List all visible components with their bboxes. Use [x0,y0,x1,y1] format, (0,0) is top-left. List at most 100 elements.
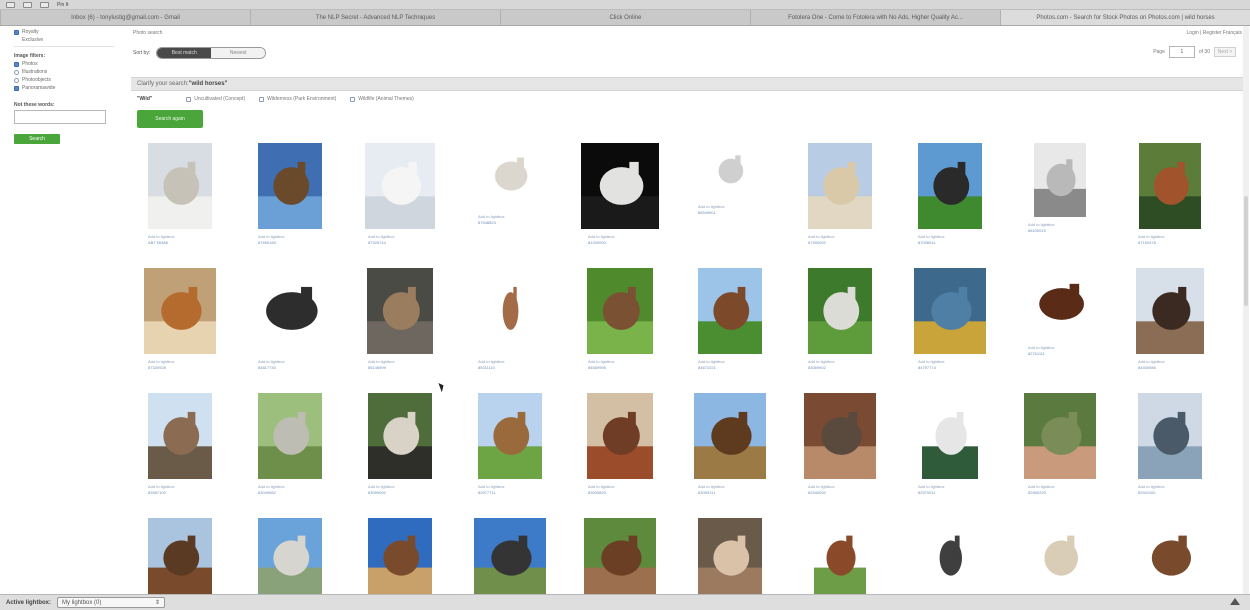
add-to-lightbox-link[interactable]: Add to lightbox [148,359,174,364]
photo-item[interactable]: Add to lightbox 87326744 [340,140,450,265]
photo-item[interactable]: Add to lightbox 83069902 [780,265,890,390]
add-to-lightbox-link[interactable]: Add to lightbox [918,359,944,364]
horse-thumbnail[interactable] [1030,518,1090,598]
horse-thumbnail[interactable] [367,268,433,354]
horse-thumbnail[interactable] [144,268,216,354]
photo-item[interactable]: Add to lightbox 82977711 [450,390,560,515]
add-to-lightbox-link[interactable]: Add to lightbox [698,204,724,209]
add-to-lightbox-link[interactable]: Add to lightbox [698,484,724,489]
add-to-lightbox-link[interactable]: Add to lightbox [588,359,614,364]
not-these-words-input[interactable] [14,110,106,124]
tab-gmail[interactable]: Inbox (6) - tonylustig@gmail.com - Gmail [0,10,250,25]
horse-thumbnail[interactable] [808,143,872,229]
photo-id-link[interactable]: 84797774 [918,365,936,370]
horse-thumbnail[interactable] [708,143,752,199]
search-again-button[interactable]: Search again [137,110,203,128]
expand-up-icon[interactable] [1230,598,1240,605]
photo-id-link[interactable]: 87548823 [478,220,496,225]
photo-id-link[interactable]: 85146999 [368,365,386,370]
sort-newest-button[interactable]: Newest [211,48,266,58]
horse-thumbnail[interactable] [1034,143,1086,217]
horse-thumbnail[interactable] [581,143,659,229]
vertical-scrollbar[interactable] [1243,26,1249,594]
sidebar-search-button[interactable]: Search [14,134,60,144]
horse-thumbnail[interactable] [587,268,653,354]
scrollbar-thumb[interactable] [1244,196,1248,306]
photo-id-link[interactable]: 81200000 [588,240,606,245]
bookmarks-button[interactable] [40,1,49,8]
add-to-lightbox-link[interactable]: Add to lightbox [478,214,504,219]
photo-id-link[interactable]: 87150478 [1138,240,1156,245]
horse-thumbnail[interactable] [587,393,653,479]
add-to-lightbox-link[interactable]: Add to lightbox [258,484,284,489]
add-to-lightbox-link[interactable]: Add to lightbox [918,484,944,489]
photo-id-link[interactable]: 84671021 [698,365,716,370]
horse-thumbnail[interactable] [804,393,876,479]
tab-photos-com[interactable]: Photos.com - Search for Stock Photos on … [1000,10,1250,25]
horse-thumbnail[interactable] [1024,393,1096,479]
meaning-wildlife[interactable]: Wildlife (Animal Themes) [350,96,414,102]
horse-thumbnail[interactable] [258,393,322,479]
photo-item[interactable]: Add to lightbox 83099000 [340,390,450,515]
sidebar-toggle-button[interactable] [23,1,32,8]
add-to-lightbox-link[interactable]: Add to lightbox [368,359,394,364]
photo-id-link[interactable]: 82761111 [1028,351,1045,356]
uncultivated-checkbox[interactable] [186,96,192,102]
horse-thumbnail[interactable] [244,268,336,354]
horse-thumbnail[interactable] [698,268,762,354]
photo-item[interactable]: Add to lightbox 87548823 [450,140,560,265]
photo-id-link[interactable]: 87490000 [808,240,826,245]
photo-item[interactable]: Add to lightbox 86200015 [1000,140,1110,265]
horse-thumbnail[interactable] [1138,393,1202,479]
photo-item[interactable]: Add to lightbox 82941100 [1110,390,1220,515]
horse-thumbnail[interactable] [474,518,546,598]
photo-item[interactable]: Add to lightbox 84817730 [230,265,340,390]
photo-id-link[interactable]: 84450986 [1138,365,1156,370]
photo-item[interactable]: Add to lightbox 87150478 [1110,140,1220,265]
add-to-lightbox-link[interactable]: Add to lightbox [918,234,944,239]
photo-item[interactable]: Add to lightbox 84669995 [560,265,670,390]
photo-id-link[interactable]: 84669995 [588,365,606,370]
photo-item[interactable]: Add to lightbox 87096511 [890,140,1000,265]
photo-item[interactable]: Add to lightbox 83987100 [120,390,230,515]
photo-item[interactable]: Add to lightbox 84450986 [1110,265,1220,390]
filter-illustrations[interactable]: Illustrations [14,68,114,76]
add-to-lightbox-link[interactable]: Add to lightbox [1138,484,1164,489]
add-to-lightbox-link[interactable]: Add to lightbox [258,234,284,239]
photo-id-link[interactable]: 82960220 [1028,490,1046,495]
photos-checkbox[interactable] [14,61,19,67]
photo-id-link[interactable]: 86200015 [1028,228,1046,233]
photo-id-link[interactable]: 84817730 [258,365,276,370]
photo-item[interactable]: Add to lightbox AB7 55388 [120,140,230,265]
meaning-wilderness[interactable]: Wilderness (Park Environment) [259,96,336,102]
wilderness-checkbox[interactable] [259,96,265,102]
photo-item[interactable]: Add to lightbox 83009820 [560,390,670,515]
photo-item[interactable]: Add to lightbox 82940000 [780,390,890,515]
photo-id-link[interactable]: 82970011 [918,490,936,495]
horse-thumbnail[interactable] [584,518,656,598]
photo-item[interactable]: Add to lightbox 87490000 [780,140,890,265]
horse-thumbnail[interactable] [368,518,432,598]
add-to-lightbox-link[interactable]: Add to lightbox [148,484,174,489]
login-register-links[interactable]: Login | Register Français [1187,30,1243,36]
filter-exclusive[interactable]: Exclusive [14,36,114,44]
next-page-button[interactable]: Next > [1214,47,1236,57]
panoramawide-checkbox[interactable] [14,85,19,91]
horse-thumbnail[interactable] [368,393,432,479]
add-to-lightbox-link[interactable]: Add to lightbox [1028,484,1054,489]
add-to-lightbox-link[interactable]: Add to lightbox [588,234,614,239]
photo-item[interactable]: Add to lightbox 85146999 [340,265,450,390]
tab-click-online[interactable]: Click Online [500,10,750,25]
photo-id-link[interactable]: 82941100 [1138,490,1156,495]
horse-thumbnail[interactable] [148,518,212,598]
filter-royalty[interactable]: Royalty [14,28,114,36]
photo-item[interactable]: Add to lightbox 81200000 [560,140,670,265]
horse-thumbnail[interactable] [148,393,212,479]
meaning-uncultivated[interactable]: Uncultivated (Concept) [186,96,245,102]
photo-id-link[interactable]: 82977711 [478,490,496,495]
photo-id-link[interactable]: 86549001 [698,210,716,215]
filter-photos[interactable]: Photos [14,60,114,68]
photo-id-link[interactable]: 82940000 [808,490,826,495]
horse-thumbnail[interactable] [918,143,982,229]
pin-it-bookmark[interactable]: Pin It [57,2,68,8]
